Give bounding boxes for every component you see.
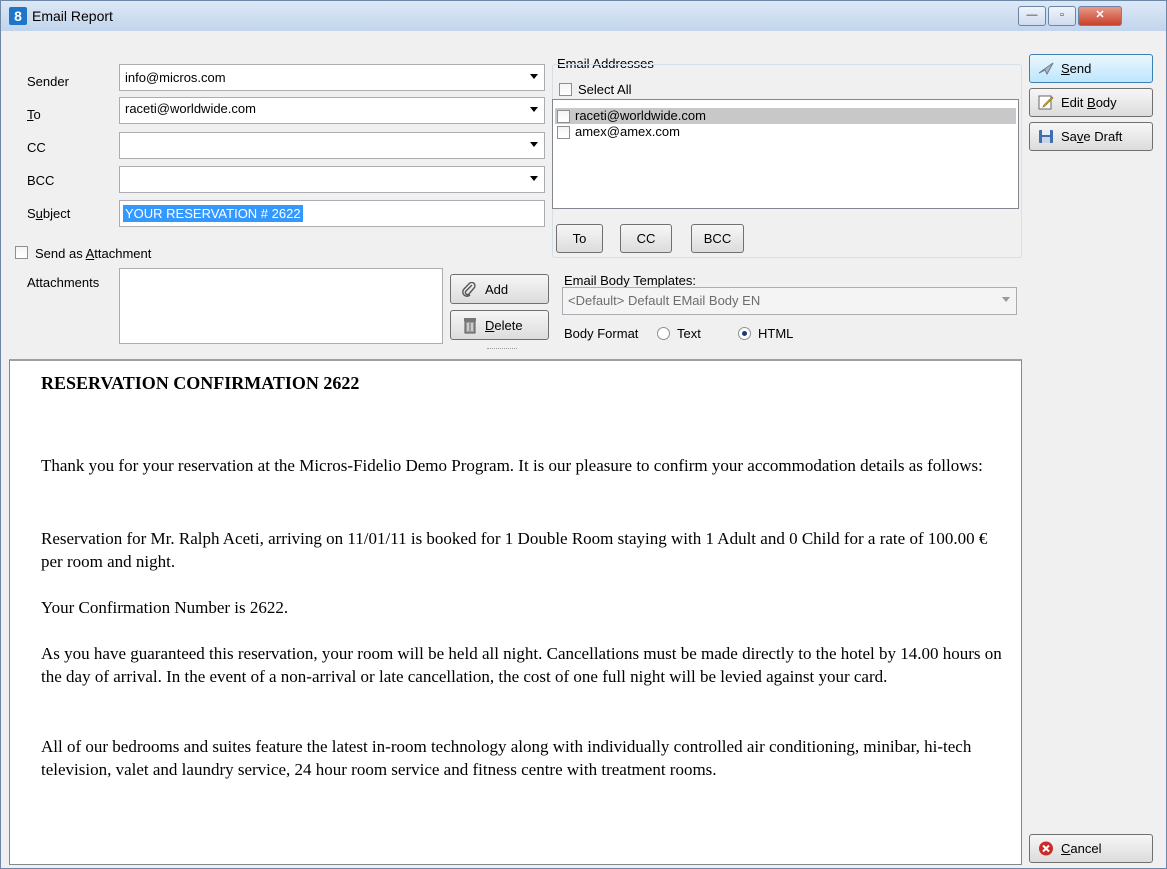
edit-body-button[interactable]: Edit Body — [1029, 88, 1153, 117]
body-paragraph: All of our bedrooms and suites feature t… — [41, 737, 972, 779]
sender-label: Sender — [27, 74, 69, 89]
trash-icon — [464, 318, 476, 334]
select-all-checkbox[interactable] — [559, 83, 572, 96]
send-button[interactable]: Send — [1029, 54, 1153, 83]
body-paragraph: Reservation for Mr. Ralph Aceti, arrivin… — [41, 529, 988, 571]
body-heading: RESERVATION CONFIRMATION 2622 — [41, 373, 360, 393]
chevron-down-icon[interactable] — [530, 107, 538, 112]
cancel-button[interactable]: Cancel — [1029, 834, 1153, 863]
email-body-template-combo[interactable]: <Default> Default EMail Body EN — [562, 287, 1017, 315]
send-label: Send — [1061, 61, 1092, 76]
floppy-disk-icon — [1039, 130, 1053, 143]
maximize-button[interactable]: ▫ — [1048, 6, 1076, 26]
sender-value: info@micros.com — [125, 70, 226, 85]
chevron-down-icon[interactable] — [1002, 297, 1010, 302]
add-cc-button[interactable]: CC — [620, 224, 672, 253]
subject-value: YOUR RESERVATION # 2622 — [123, 205, 303, 222]
cc-combo[interactable] — [119, 132, 545, 159]
format-text-radio[interactable] — [657, 327, 670, 340]
cancel-icon — [1039, 841, 1053, 856]
format-html-label: HTML — [758, 326, 794, 341]
body-paragraph: Your Confirmation Number is 2622. — [41, 598, 289, 617]
select-all-label: Select All — [578, 82, 632, 97]
splitter-grip[interactable] — [487, 348, 517, 351]
close-button[interactable]: ✕ — [1078, 6, 1122, 26]
body-paragraph: Thank you for your reservation at the Mi… — [41, 456, 983, 475]
app-icon: 8 — [9, 7, 27, 25]
send-icon — [1038, 62, 1054, 76]
add-bcc-button[interactable]: BCC — [691, 224, 744, 253]
address-checkbox[interactable] — [557, 110, 570, 123]
sender-combo[interactable]: info@micros.com — [119, 64, 545, 91]
format-html-radio[interactable] — [738, 327, 751, 340]
send-as-attachment-label: Send as Attachment — [35, 246, 152, 261]
chevron-down-icon[interactable] — [530, 176, 538, 181]
chevron-down-icon[interactable] — [530, 142, 538, 147]
dialog-client: Sender info@micros.com To raceti@worldwi… — [7, 31, 1161, 865]
save-draft-button[interactable]: Save Draft — [1029, 122, 1153, 151]
window-title: Email Report — [32, 8, 113, 24]
add-to-button[interactable]: To — [556, 224, 603, 253]
email-address-list[interactable]: raceti@worldwide.com amex@amex.com — [552, 99, 1019, 209]
format-text-label: Text — [677, 326, 701, 341]
cancel-label: Cancel — [1061, 841, 1102, 856]
chevron-down-icon[interactable] — [530, 74, 538, 79]
cc-label: CC — [27, 140, 46, 155]
edit-body-label: Edit Body — [1061, 95, 1117, 110]
to-label: To — [27, 107, 41, 122]
template-value: <Default> Default EMail Body EN — [568, 293, 761, 308]
edit-icon — [1038, 95, 1054, 110]
add-label: Add — [485, 282, 509, 297]
delete-attachment-button[interactable]: Delete — [450, 310, 549, 340]
address-checkbox[interactable] — [557, 126, 570, 139]
email-report-window: 8 Email Report — ▫ ✕ Sender info@micros.… — [0, 0, 1167, 869]
body-format-label: Body Format — [564, 326, 639, 341]
paperclip-icon — [462, 282, 476, 297]
body-paragraph: As you have guaranteed this reservation,… — [41, 644, 1002, 686]
list-item[interactable]: amex@amex.com — [555, 124, 1016, 140]
subject-input[interactable]: YOUR RESERVATION # 2622 — [119, 200, 545, 227]
list-item[interactable]: raceti@worldwide.com — [555, 108, 1016, 124]
bcc-combo[interactable] — [119, 166, 545, 193]
title-bar[interactable]: 8 Email Report — ▫ ✕ — [1, 1, 1166, 31]
to-combo[interactable]: raceti@worldwide.com — [119, 97, 545, 124]
attachments-label: Attachments — [27, 275, 100, 290]
bcc-label: BCC — [27, 173, 55, 188]
minimize-button[interactable]: — — [1018, 6, 1046, 26]
add-attachment-button[interactable]: Add — [450, 274, 549, 304]
email-body-templates-label: Email Body Templates: — [564, 273, 696, 288]
send-as-attachment-checkbox[interactable] — [15, 246, 28, 259]
save-draft-label: Save Draft — [1061, 129, 1123, 144]
email-body-editor[interactable]: RESERVATION CONFIRMATION 2622 Thank you … — [9, 359, 1022, 865]
subject-label: Subject — [27, 206, 71, 221]
to-value: raceti@worldwide.com — [125, 101, 256, 116]
attachments-list[interactable] — [119, 268, 443, 344]
delete-label: Delete — [485, 318, 523, 333]
